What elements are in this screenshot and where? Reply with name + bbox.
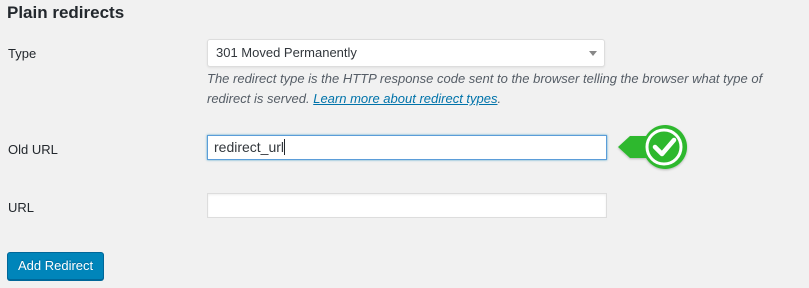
- redirect-type-description: The redirect type is the HTTP response c…: [207, 69, 807, 109]
- old-url-input[interactable]: redirect_url: [207, 135, 607, 160]
- chevron-down-icon: [589, 51, 597, 56]
- redirect-type-select[interactable]: 301 Moved Permanently: [207, 39, 605, 67]
- checkmark-icon: [618, 125, 688, 169]
- url-label: URL: [8, 200, 35, 215]
- learn-more-link[interactable]: Learn more about redirect types: [313, 91, 497, 106]
- description-end: .: [497, 91, 502, 106]
- type-label: Type: [8, 46, 37, 61]
- old-url-label: Old URL: [8, 142, 58, 157]
- add-redirect-button[interactable]: Add Redirect: [7, 252, 105, 280]
- redirect-type-selected-value: 301 Moved Permanently: [216, 45, 357, 60]
- old-url-value: redirect_url: [214, 139, 285, 155]
- url-input[interactable]: [207, 193, 607, 218]
- text-caret: [284, 139, 286, 155]
- section-title: Plain redirects: [7, 3, 125, 22]
